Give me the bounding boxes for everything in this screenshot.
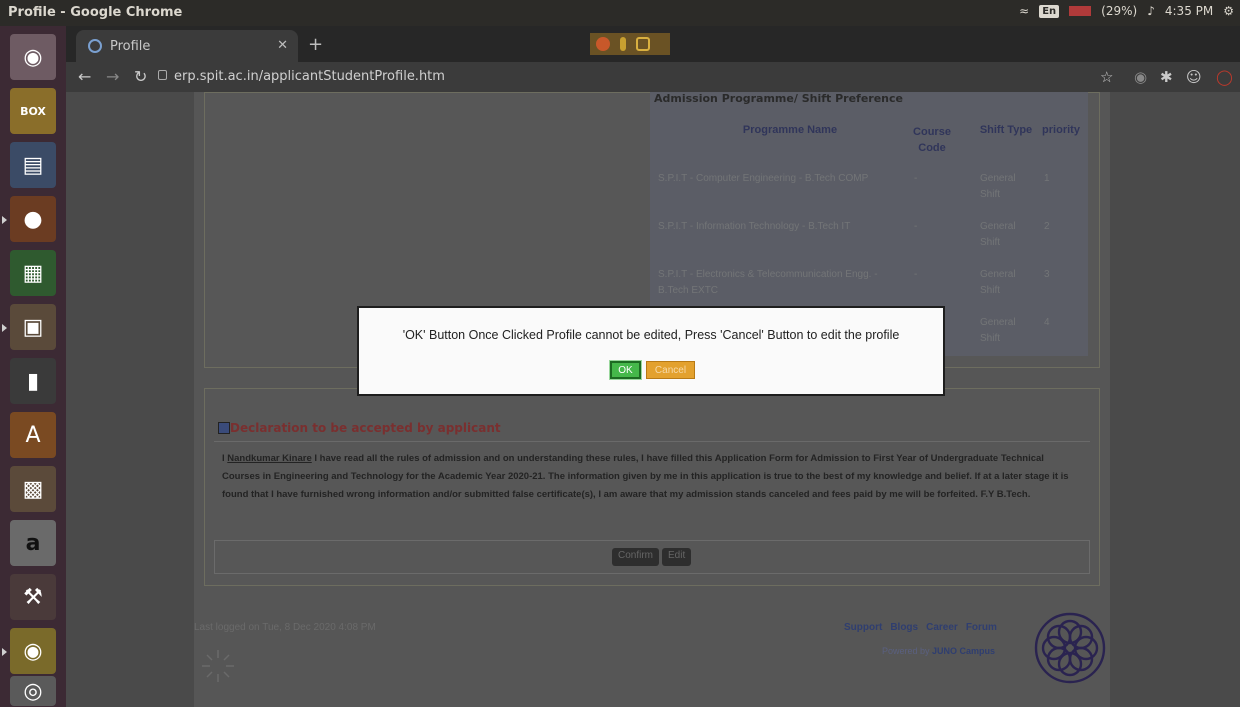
header-priority: priority: [1042, 124, 1080, 136]
blogs-link[interactable]: Blogs: [890, 622, 918, 633]
row-shift-type: General Shift: [980, 269, 1016, 296]
declaration-checkbox[interactable]: [218, 422, 230, 434]
screen-share-icon[interactable]: [636, 37, 650, 51]
row-course-code: -: [914, 173, 918, 184]
chrome-icon[interactable]: ◉: [10, 628, 56, 674]
row-course-code: -: [914, 269, 918, 280]
page-viewport: Admission Programme/ Shift Preference Pr…: [66, 92, 1240, 707]
battery-icon[interactable]: [1069, 6, 1092, 16]
row-priority: 3: [1044, 269, 1050, 280]
footer-links: Support Blogs Career Forum: [844, 622, 997, 633]
powered-by-prefix: Powered by: [882, 646, 933, 656]
row-shift-type: General Shift: [980, 221, 1016, 248]
launcher: ◉ BOX ▤ ● ▦ ▣ ▮ A ▩ a ⚒ ◉ ◎: [0, 26, 66, 707]
cancel-button[interactable]: Cancel: [646, 361, 695, 379]
boxes-app-icon[interactable]: BOX: [10, 88, 56, 134]
header-shift-type: Shift Type: [979, 124, 1033, 136]
edit-button[interactable]: Edit: [662, 548, 692, 566]
last-logged-text: Last logged on Tue, 8 Dec 2020 4:08 PM: [194, 622, 376, 633]
juno-campus-logo-icon: [1034, 612, 1106, 684]
row-priority: 1: [1044, 173, 1050, 184]
back-arrow-icon[interactable]: ←: [78, 67, 91, 86]
settings-icon[interactable]: ⚙: [1223, 4, 1234, 18]
running-indicator: [2, 648, 7, 656]
row-programme-name: S.P.I.T - Computer Engineering - B.Tech …: [658, 173, 869, 184]
impress-icon[interactable]: ▩: [10, 466, 56, 512]
top-panel: Profile - Google Chrome ≈ En (29%) ♪ 4:3…: [0, 0, 1240, 26]
extension-icon[interactable]: ◉: [1134, 68, 1147, 86]
mic-icon[interactable]: [620, 37, 626, 51]
disk-icon[interactable]: ◎: [10, 676, 56, 706]
running-indicator: [2, 324, 7, 332]
writer-icon[interactable]: ▤: [10, 142, 56, 188]
software-center-icon[interactable]: A: [10, 412, 56, 458]
firefox-ext-icon[interactable]: [596, 37, 610, 51]
keyboard-language[interactable]: En: [1039, 4, 1060, 18]
row-shift-type: General Shift: [980, 173, 1016, 200]
opera-icon[interactable]: ◯: [1216, 68, 1233, 86]
close-tab-icon[interactable]: ✕: [277, 38, 288, 53]
dialog-message: 'OK' Button Once Clicked Profile cannot …: [402, 328, 900, 342]
divider: [214, 441, 1090, 442]
header-course-code: Course Code: [913, 126, 951, 154]
row-shift-type: General Shift: [980, 317, 1016, 344]
video-editor-icon[interactable]: ▮: [10, 358, 56, 404]
loading-spinner-icon: [202, 650, 234, 682]
reload-icon[interactable]: ↻: [134, 67, 147, 86]
row-programme-name: S.P.I.T - Electronics & Telecommunicatio…: [658, 269, 878, 296]
forum-link[interactable]: Forum: [966, 622, 997, 633]
confirm-dialog: 'OK' Button Once Clicked Profile cannot …: [357, 306, 945, 396]
tab-strip: Profile ✕ +: [66, 26, 1240, 62]
clock[interactable]: 4:35 PM: [1165, 4, 1213, 18]
ubuntu-dash-icon[interactable]: ◉: [10, 34, 56, 80]
volume-icon[interactable]: ♪: [1147, 4, 1155, 18]
career-link[interactable]: Career: [926, 622, 958, 633]
system-tray: ≈ En (29%) ♪ 4:35 PM ⚙: [1019, 4, 1234, 18]
support-link[interactable]: Support: [844, 622, 882, 633]
system-settings-icon[interactable]: ⚒: [10, 574, 56, 620]
row-priority: 4: [1044, 317, 1050, 328]
profile-avatar-icon[interactable]: ☺: [1186, 68, 1202, 86]
declaration-body: I have read all the rules of admission a…: [222, 453, 1069, 500]
lock-icon[interactable]: [158, 70, 167, 80]
ok-button[interactable]: OK: [610, 361, 641, 379]
powered-by-brand[interactable]: JUNO Campus: [932, 646, 995, 656]
address-bar[interactable]: erp.spit.ac.in/applicantStudentProfile.h…: [174, 69, 445, 84]
extensions-puzzle-icon[interactable]: ✱: [1160, 68, 1173, 86]
extension-bar: [590, 33, 670, 55]
header-programme-name: Programme Name: [742, 124, 838, 136]
tab-title: Profile: [110, 38, 151, 54]
amazon-icon[interactable]: a: [10, 520, 56, 566]
browser-toolbar: ← → ↻ erp.spit.ac.in/applicantStudentPro…: [66, 62, 1240, 92]
forward-arrow-icon[interactable]: →: [106, 67, 119, 86]
declaration-text: I Nandkumar Kinare I have read all the r…: [222, 450, 1082, 504]
new-tab-icon[interactable]: +: [308, 34, 323, 55]
battery-percent: (29%): [1101, 4, 1138, 18]
applicant-name: Nandkumar Kinare: [227, 453, 312, 464]
site-favicon-icon: [88, 39, 102, 53]
running-indicator: [2, 216, 7, 224]
window-title: Profile - Google Chrome: [8, 5, 183, 20]
firefox-icon[interactable]: ●: [10, 196, 56, 242]
tab-profile[interactable]: Profile ✕: [76, 30, 298, 62]
row-priority: 2: [1044, 221, 1050, 232]
calc-icon[interactable]: ▦: [10, 250, 56, 296]
page-content: Admission Programme/ Shift Preference Pr…: [194, 92, 1110, 707]
programme-table-title: Admission Programme/ Shift Preference: [654, 92, 903, 105]
row-course-code: -: [914, 221, 918, 232]
powered-by: Powered by JUNO Campus: [882, 646, 995, 656]
confirm-button[interactable]: Confirm: [612, 548, 660, 566]
declaration-title: Declaration to be accepted by applicant: [230, 421, 501, 435]
wifi-icon[interactable]: ≈: [1019, 4, 1029, 18]
files-icon[interactable]: ▣: [10, 304, 56, 350]
bookmark-star-icon[interactable]: ☆: [1100, 68, 1113, 86]
row-programme-name: S.P.I.T - Information Technology - B.Tec…: [658, 221, 851, 232]
